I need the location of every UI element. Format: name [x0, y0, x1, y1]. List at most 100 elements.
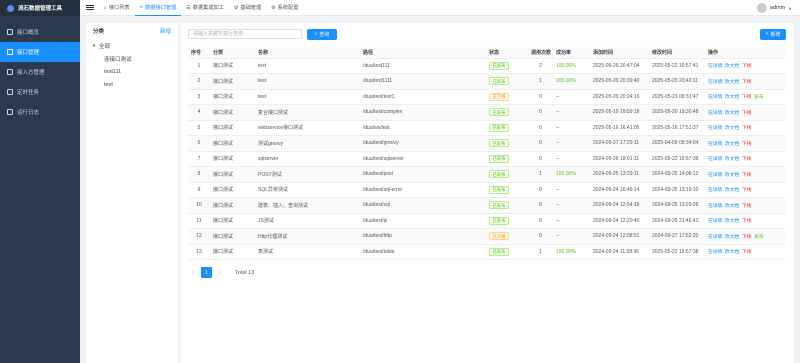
table-row[interactable]: 13 接口测试 表测试/dua/test/table 已发布 1 100.00% 2024-… [188, 244, 785, 260]
row-actions: 在详情 改文档 下线 [705, 166, 785, 183]
offline-link[interactable]: 下线 [742, 111, 752, 116]
offline-link[interactable]: 下线 [742, 235, 752, 240]
table-row[interactable]: 11 接口测试 JS测试/dua/test/js 已发布 0 -- 2024-09-24 1… [188, 213, 785, 229]
row-no: 4 [188, 104, 210, 121]
publish-link[interactable]: 发布 [754, 235, 764, 240]
tree-node-root[interactable]: ▼ 全部 [86, 39, 178, 52]
row-name: SQL异常测试 [255, 182, 360, 198]
table-row[interactable]: 6 接口测试 测试groovy/dua/test/groovy 已发布 0 -- 2024-… [188, 135, 785, 152]
publish-link[interactable]: 发布 [754, 95, 764, 100]
detail-link[interactable]: 在详情 [708, 204, 722, 209]
table-row[interactable]: 9 接口测试 SQL异常测试/dua/test/sql-error 已发布 0 -- 202… [188, 182, 785, 198]
detail-link[interactable]: 在详情 [708, 80, 722, 85]
row-rate: -- [553, 135, 590, 152]
tab-label: 数据集成加工 [192, 5, 224, 11]
row-created: 2024-09-24 12:08:51 [590, 228, 649, 245]
doc-link[interactable]: 改文档 [725, 126, 739, 131]
row-actions: 在详情 改文档 下线 发布 [705, 89, 785, 105]
table-row[interactable]: 4 接口测试 复合接口测试/dua/test/complex 已发布 0 -- 2025-0… [188, 104, 785, 121]
doc-link[interactable]: 改文档 [725, 95, 739, 100]
row-path: /dua/test/sql [360, 197, 486, 214]
tree-node[interactable]: 连接口测试 [86, 52, 178, 65]
table-row[interactable]: 1 接口测试 test/dua/test111 已发布 2 100.00% 2025-05-… [188, 58, 785, 74]
detail-link[interactable]: 在详情 [708, 142, 722, 147]
offline-link[interactable]: 下线 [742, 204, 752, 209]
search-input[interactable] [188, 29, 302, 39]
offline-link[interactable]: 下线 [742, 173, 752, 178]
doc-link[interactable]: 改文档 [725, 188, 739, 193]
table-row[interactable]: 10 接口测试 建表、插入、查询测试/dua/test/sql 已发布 0 -- 2024-… [188, 197, 785, 214]
prev-page-icon[interactable]: ‹ [188, 270, 197, 276]
doc-link[interactable]: 改文档 [725, 64, 739, 69]
row-actions: 在详情 改文档 下线 [705, 104, 785, 121]
table-row[interactable]: 3 接口测试 test/dua/test/test1 已下线 0 -- 2025-05-20… [188, 89, 785, 105]
detail-link[interactable]: 在详情 [708, 188, 722, 193]
offline-link[interactable]: 下线 [742, 64, 752, 69]
sidebar-item-schedule[interactable]: 定时任务 [0, 82, 80, 102]
tab-api-list[interactable]: ⌕ 接口列表 [99, 0, 135, 16]
next-page-icon[interactable]: › [216, 270, 225, 276]
query-button[interactable]: ⌕ 查询 [307, 28, 337, 40]
sidebar-item-access[interactable]: 接入方管理 [0, 62, 80, 82]
doc-link[interactable]: 改文档 [725, 111, 739, 116]
detail-link[interactable]: 在详情 [708, 111, 722, 116]
row-actions: 在详情 改文档 下线 发布 [705, 228, 785, 245]
tab-data-api-manage[interactable]: ∞ 数据接口管理 [134, 0, 182, 16]
tab-system-config[interactable]: ⚙ 系统配置 [266, 0, 303, 16]
row-updated: 2025-05-20 20:42:11 [649, 73, 705, 90]
sidebar-item-api-manage[interactable]: 接口管理 [0, 42, 80, 62]
doc-link[interactable]: 改文档 [725, 142, 739, 147]
detail-link[interactable]: 在详情 [708, 126, 722, 131]
table-row[interactable]: 5 接口测试 webservice接口测试/dua/ws/test 已发布 0 -- 202… [188, 120, 785, 136]
detail-link[interactable]: 在详情 [708, 173, 722, 178]
detail-link[interactable]: 在详情 [708, 250, 722, 255]
page-number[interactable]: 1 [201, 267, 212, 278]
menu-toggle-icon[interactable] [86, 4, 94, 11]
detail-link[interactable]: 在详情 [708, 219, 722, 224]
doc-link[interactable]: 改文档 [725, 173, 739, 178]
doc-link[interactable]: 改文档 [725, 250, 739, 255]
row-no: 9 [188, 182, 210, 198]
row-calls: 0 [528, 104, 553, 121]
offline-link[interactable]: 下线 [742, 126, 752, 131]
caret-down-icon: ▼ [92, 43, 96, 48]
tree-node[interactable]: test [86, 78, 178, 91]
log-icon [7, 109, 13, 115]
detail-link[interactable]: 在详情 [708, 235, 722, 240]
doc-link[interactable]: 改文档 [725, 157, 739, 162]
sidebar-item-overview[interactable]: 接口概览 [0, 22, 80, 42]
status-badge: 已发布 [489, 154, 509, 163]
row-calls: 1 [528, 166, 553, 183]
avatar[interactable] [757, 3, 768, 13]
offline-link[interactable]: 下线 [742, 219, 752, 224]
table-row[interactable]: 8 接口测试 POST测试/dua/test/post 已发布 1 100.00% 2024… [188, 166, 785, 183]
add-category-button[interactable]: 新增 [160, 27, 171, 35]
offline-link[interactable]: 下线 [742, 188, 752, 193]
add-api-button[interactable]: + 新增 [760, 28, 786, 40]
tab-basic-manage[interactable]: ⚙ 基础管理 [229, 0, 266, 16]
offline-link[interactable]: 下线 [742, 142, 752, 147]
doc-link[interactable]: 改文档 [725, 204, 739, 209]
tree-node[interactable]: test111 [86, 65, 178, 78]
user-menu[interactable]: admin ▼ [757, 3, 792, 13]
tab-data-integration[interactable]: ☰ 数据集成加工 [181, 0, 229, 16]
row-updated: 2024-09-27 17:52:20 [649, 228, 705, 245]
table-row[interactable]: 12 接口测试 Http代理测试/dua/test/http 已下线 0 -- 2024-0… [188, 228, 785, 245]
doc-link[interactable]: 改文档 [725, 219, 739, 224]
detail-link[interactable]: 在详情 [708, 157, 722, 162]
sidebar-item-logs[interactable]: 运行日志 [0, 102, 80, 122]
offline-link[interactable]: 下线 [742, 250, 752, 255]
table-row[interactable]: 2 接口测试 test/dua/test1111 已发布 1 100.00% 2025-05… [188, 73, 785, 90]
doc-link[interactable]: 改文档 [725, 80, 739, 85]
table-row[interactable]: 7 接口测试 sqlserver/dua/test/sqlserver 已发布 0 -- 2… [188, 151, 785, 167]
detail-link[interactable]: 在详情 [708, 95, 722, 100]
row-updated: 2025-04-09 08:34:04 [649, 135, 705, 152]
offline-link[interactable]: 下线 [742, 157, 752, 162]
table-body: 1 接口测试 test/dua/test111 已发布 2 100.00% 2025-05-… [188, 58, 785, 260]
offline-link[interactable]: 下线 [742, 95, 752, 100]
detail-link[interactable]: 在详情 [708, 64, 722, 69]
doc-link[interactable]: 改文档 [725, 235, 739, 240]
status-badge: 已发布 [489, 247, 509, 256]
offline-link[interactable]: 下线 [742, 80, 752, 85]
col-actions: 操作 [705, 47, 785, 59]
